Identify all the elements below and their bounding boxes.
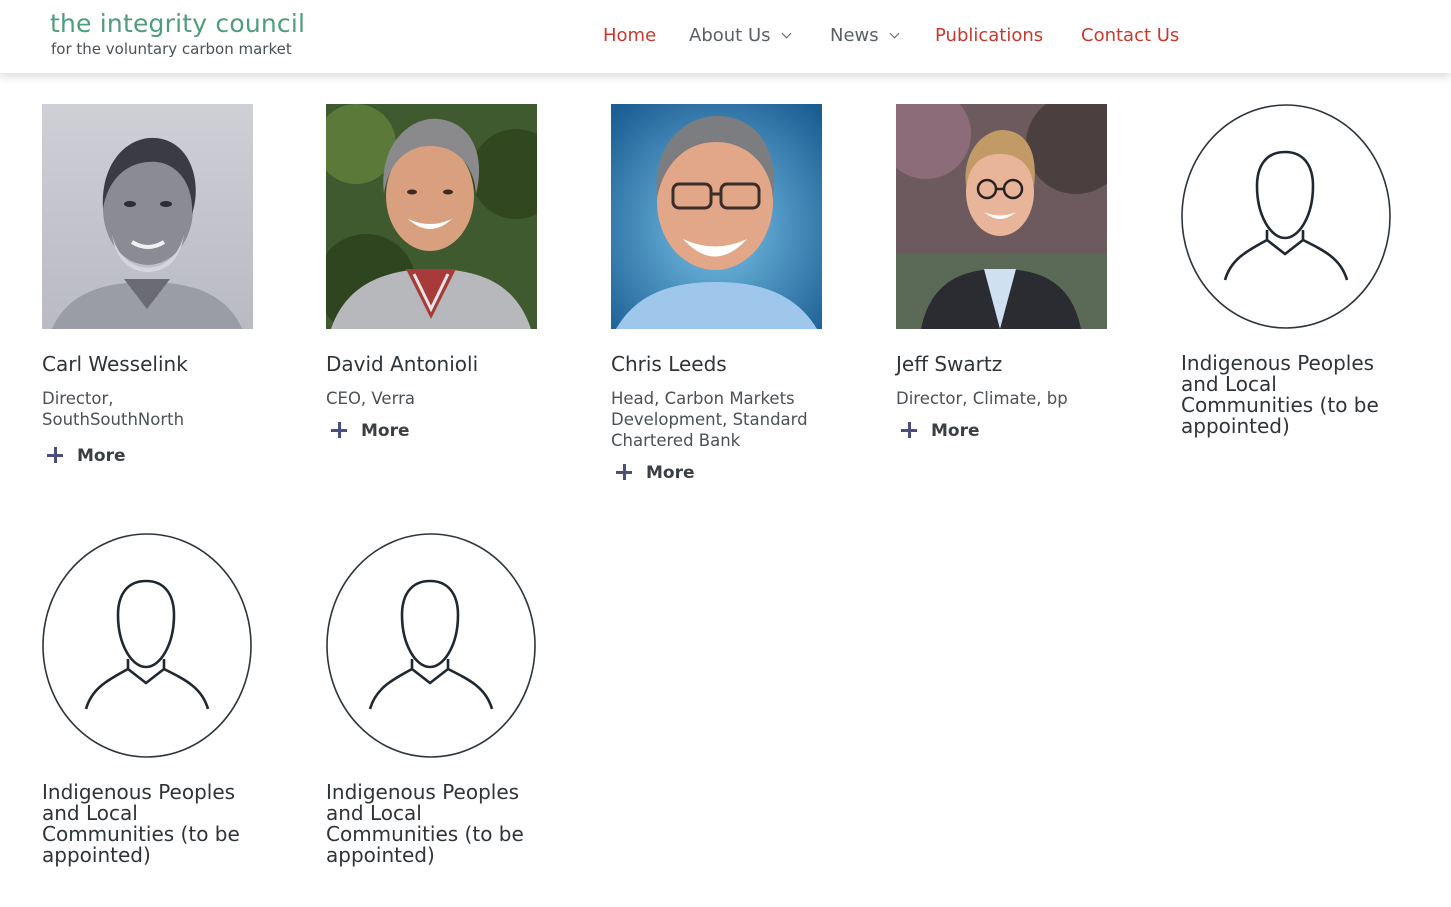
- plus-icon: [47, 447, 63, 463]
- more-button[interactable]: More: [616, 462, 695, 484]
- logo-subtitle: for the voluntary carbon market: [51, 40, 292, 58]
- chevron-down-icon: [781, 28, 791, 39]
- chevron-down-icon: [889, 28, 900, 39]
- member-photo: [326, 104, 537, 329]
- site-header: the integrity council for the voluntary …: [0, 0, 1451, 73]
- member-photo: [611, 104, 822, 329]
- more-button[interactable]: More: [47, 445, 126, 467]
- placeholder-avatar-icon: [326, 533, 536, 758]
- member-photo: [326, 533, 537, 758]
- plus-icon: [616, 464, 632, 480]
- more-button[interactable]: More: [331, 420, 410, 442]
- more-button[interactable]: More: [901, 420, 980, 442]
- placeholder-avatar-icon: [1181, 104, 1391, 329]
- portrait-chris: [611, 104, 822, 329]
- portrait-jeff: [896, 104, 1107, 329]
- member-photo: [42, 533, 253, 758]
- member-name: Jeff Swartz: [896, 352, 1003, 376]
- nav-about-us-label: About Us: [689, 25, 771, 46]
- member-name: Indigenous Peoples and Local Communities…: [1181, 351, 1379, 438]
- nav-publications[interactable]: Publications: [935, 24, 1043, 48]
- member-role: Director, SouthSouthNorth: [42, 389, 185, 429]
- logo-title: the integrity council: [50, 9, 306, 38]
- member-role: Director, Climate, bp: [896, 389, 1068, 408]
- plus-icon: [331, 422, 347, 438]
- member-name: Indigenous Peoples and Local Communities…: [42, 780, 240, 867]
- member-name: Indigenous Peoples and Local Communities…: [326, 780, 524, 867]
- portrait-carl: [42, 104, 253, 329]
- member-name: David Antonioli: [326, 352, 479, 376]
- portrait-david: [326, 104, 537, 329]
- member-photo: [1181, 104, 1392, 329]
- member-role: Head, Carbon Markets Development, Standa…: [611, 389, 808, 450]
- member-photo: [896, 104, 1107, 329]
- more-label: More: [77, 446, 126, 466]
- nav-news-label: News: [830, 25, 879, 46]
- nav-about-us[interactable]: About Us: [689, 24, 791, 48]
- placeholder-avatar-icon: [42, 533, 252, 758]
- member-role: CEO, Verra: [326, 389, 415, 408]
- more-label: More: [361, 421, 410, 441]
- nav-news[interactable]: News: [830, 24, 900, 48]
- member-name: Carl Wesselink: [42, 352, 188, 376]
- member-photo: [42, 104, 253, 329]
- more-label: More: [931, 421, 980, 441]
- site-logo[interactable]: the integrity council for the voluntary …: [50, 8, 305, 58]
- plus-icon: [901, 422, 917, 438]
- nav-home[interactable]: Home: [603, 24, 656, 48]
- more-label: More: [646, 463, 695, 483]
- nav-contact-us[interactable]: Contact Us: [1081, 24, 1179, 48]
- member-name: Chris Leeds: [611, 352, 727, 376]
